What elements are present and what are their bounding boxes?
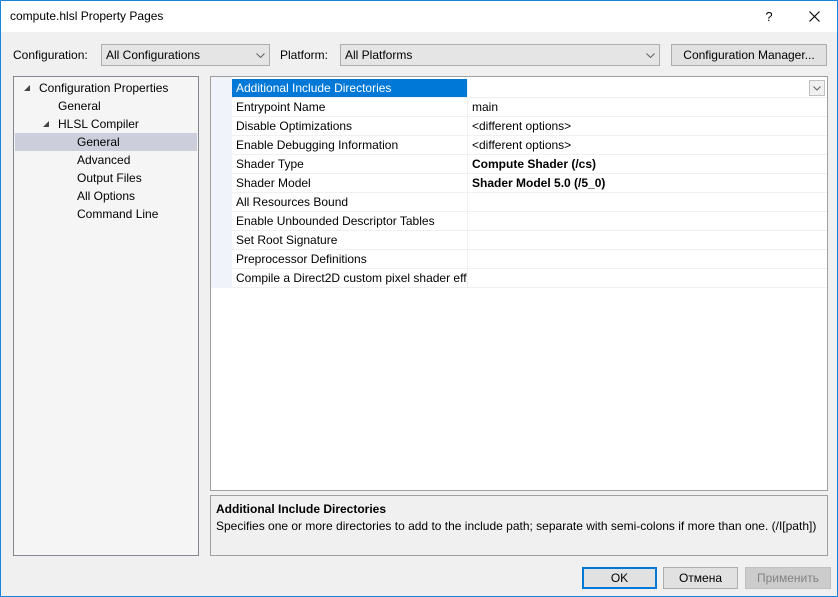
platform-dropdown[interactable]: All Platforms <box>340 44 660 66</box>
tree-item-hlsl-compiler[interactable]: HLSL Compiler <box>15 115 197 133</box>
expanded-triangle-icon[interactable] <box>24 85 30 91</box>
property-value[interactable]: main <box>469 98 827 116</box>
property-value[interactable] <box>469 212 827 230</box>
property-pages-dialog: compute.hlsl Property Pages ? Configurat… <box>0 0 838 597</box>
property-name: Enable Debugging Information <box>232 136 468 154</box>
category-tree: Configuration Properties General HLSL Co… <box>13 76 199 556</box>
platform-label: Platform: <box>280 48 329 62</box>
description-title: Additional Include Directories <box>216 502 387 516</box>
chevron-down-icon <box>254 45 266 65</box>
close-button[interactable] <box>791 1 837 32</box>
property-value[interactable]: <different options> <box>469 117 827 135</box>
property-value[interactable]: <different options> <box>469 136 827 154</box>
property-dropdown-button[interactable] <box>809 80 825 96</box>
property-value[interactable] <box>469 250 827 268</box>
property-row[interactable]: Shader Model Shader Model 5.0 (/5_0) <box>232 174 827 193</box>
property-value[interactable]: Compute Shader (/cs) <box>469 155 827 173</box>
close-icon <box>808 11 820 22</box>
property-row[interactable]: Set Root Signature <box>232 231 827 250</box>
window-title: compute.hlsl Property Pages <box>10 9 164 23</box>
property-row[interactable]: Additional Include Directories <box>232 79 827 98</box>
property-name: Shader Type <box>232 155 468 173</box>
configuration-label: Configuration: <box>13 48 88 62</box>
tree-item-hlsl-general[interactable]: General <box>15 133 197 151</box>
property-name: Set Root Signature <box>232 231 468 249</box>
property-row[interactable]: Disable Optimizations <different options… <box>232 117 827 136</box>
property-name: Enable Unbounded Descriptor Tables <box>232 212 468 230</box>
ok-button[interactable]: OK <box>582 567 657 589</box>
help-icon: ? <box>765 9 773 24</box>
property-grid: Additional Include Directories Entrypoin… <box>210 76 828 491</box>
chevron-down-icon <box>644 45 656 65</box>
tree-item-general[interactable]: General <box>15 97 197 115</box>
property-row[interactable]: Shader Type Compute Shader (/cs) <box>232 155 827 174</box>
property-row[interactable]: Enable Debugging Information <different … <box>232 136 827 155</box>
property-name: Compile a Direct2D custom pixel shader e… <box>232 269 468 287</box>
property-row[interactable]: All Resources Bound <box>232 193 827 212</box>
help-button[interactable]: ? <box>746 1 792 32</box>
tree-item-command-line[interactable]: Command Line <box>15 205 197 223</box>
property-name: Shader Model <box>232 174 468 192</box>
property-row[interactable]: Enable Unbounded Descriptor Tables <box>232 212 827 231</box>
property-name: All Resources Bound <box>232 193 468 211</box>
description-panel: Additional Include Directories Specifies… <box>210 495 828 556</box>
expanded-triangle-icon[interactable] <box>43 121 49 127</box>
property-row[interactable]: Compile a Direct2D custom pixel shader e… <box>232 269 827 288</box>
property-name: Disable Optimizations <box>232 117 468 135</box>
configuration-value: All Configurations <box>106 48 201 62</box>
configuration-dropdown[interactable]: All Configurations <box>101 44 270 66</box>
property-value[interactable] <box>469 79 827 97</box>
property-name: Entrypoint Name <box>232 98 468 116</box>
chevron-down-icon <box>813 85 821 91</box>
apply-button[interactable]: Применить <box>745 567 831 589</box>
property-value[interactable] <box>469 231 827 249</box>
description-text: Specifies one or more directories to add… <box>216 519 817 533</box>
title-bar: compute.hlsl Property Pages ? <box>1 1 837 32</box>
cancel-button[interactable]: Отмена <box>663 567 738 589</box>
property-row[interactable]: Preprocessor Definitions <box>232 250 827 269</box>
property-row[interactable]: Entrypoint Name main <box>232 98 827 117</box>
tree-item-output-files[interactable]: Output Files <box>15 169 197 187</box>
configuration-manager-button[interactable]: Configuration Manager... <box>671 44 827 66</box>
property-value[interactable]: Shader Model 5.0 (/5_0) <box>469 174 827 192</box>
tree-item-configuration-properties[interactable]: Configuration Properties <box>15 79 197 97</box>
grid-gutter <box>211 77 232 288</box>
property-value[interactable] <box>469 269 827 287</box>
property-name: Additional Include Directories <box>232 79 468 97</box>
tree-item-advanced[interactable]: Advanced <box>15 151 197 169</box>
platform-value: All Platforms <box>345 48 413 62</box>
property-name: Preprocessor Definitions <box>232 250 468 268</box>
tree-item-all-options[interactable]: All Options <box>15 187 197 205</box>
property-value[interactable] <box>469 193 827 211</box>
